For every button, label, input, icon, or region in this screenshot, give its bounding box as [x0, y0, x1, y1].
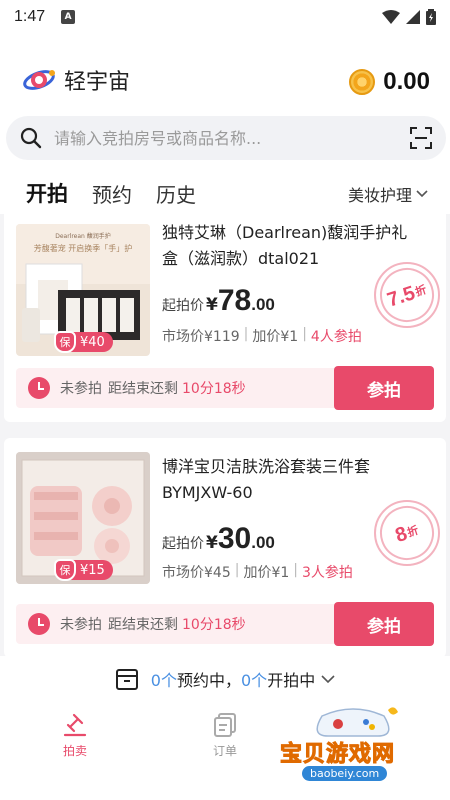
notification-icon: A — [61, 10, 76, 24]
gavel-icon — [63, 713, 87, 737]
deposit-badge: 保 ¥40 — [54, 331, 113, 353]
box-icon — [115, 669, 138, 690]
auction-list[interactable]: Dearlrean 馥润手护 芳馥著宠 开启换季「手」护 保 ¥40 独特艾琳（… — [0, 214, 450, 656]
scan-icon[interactable] — [410, 127, 432, 149]
watermark-url: baobeiy.com — [302, 766, 388, 781]
app-logo-icon — [23, 70, 55, 90]
coin-balance[interactable]: 0.00 — [349, 68, 430, 96]
bid-button[interactable]: 参拍 — [334, 366, 434, 410]
deposit-amount: ¥15 — [80, 562, 105, 578]
shield-icon: 保 — [54, 559, 76, 581]
bid-increment: 加价¥1 — [252, 329, 299, 345]
tab-live[interactable]: 开拍 — [26, 178, 68, 208]
discount-stamp: 7.5 折 — [372, 260, 442, 330]
auction-meta: 市场价¥45 | 加价¥1 | 3人参拍 — [162, 562, 353, 582]
auction-timer: 未参拍 距结束还剩 10分18秒 参拍 — [16, 602, 434, 646]
product-title[interactable]: 博洋宝贝洁肤洗浴套装三件套BYMJXW-60 — [162, 454, 412, 506]
discount-stamp: 8 折 — [372, 498, 442, 568]
site-watermark: 宝贝游戏网 baobeiy.com — [272, 706, 422, 786]
auction-card[interactable]: 保 ¥15 博洋宝贝洁肤洗浴套装三件套BYMJXW-60 起拍价 ¥ 30 .0… — [4, 438, 446, 656]
divider: | — [234, 562, 240, 578]
participation-status: 未参拍 — [60, 381, 102, 397]
watermark-text: 宝贝游戏网 — [279, 742, 396, 768]
search-icon — [20, 127, 42, 149]
deposit-badge: 保 ¥15 — [54, 559, 113, 581]
price-decimal: .00 — [251, 295, 275, 314]
price-integer: 30 — [217, 522, 252, 555]
tab-bar: 开拍 预约 历史 — [26, 178, 196, 208]
remaining-label: 距结束还剩 — [108, 617, 178, 633]
nav-orders-label: 订单 — [212, 744, 237, 758]
product-image: Dearlrean 馥润手护 芳馥著宠 开启换季「手」护 保 ¥40 — [16, 224, 150, 356]
battery-icon — [426, 9, 436, 25]
product-image: 保 ¥15 — [16, 452, 150, 584]
shield-icon: 保 — [54, 331, 76, 353]
currency-symbol: ¥ — [206, 295, 218, 315]
auction-card[interactable]: Dearlrean 馥润手护 芳馥著宠 开启换季「手」护 保 ¥40 独特艾琳（… — [4, 214, 446, 422]
market-price: 市场价¥119 — [162, 329, 240, 345]
start-price: 起拍价 ¥ 78 .00 — [162, 284, 275, 318]
signal-icon — [406, 10, 420, 24]
svg-text:Dearlrean 馥润手护: Dearlrean 馥润手护 — [55, 232, 111, 240]
participant-count: 4人参拍 — [310, 329, 362, 345]
participant-count: 3人参拍 — [302, 565, 353, 581]
category-label: 美妆护理 — [347, 186, 412, 205]
divider: | — [302, 326, 307, 342]
auction-meta: 市场价¥119 | 加价¥1 | 4人参拍 — [162, 326, 362, 346]
price-integer: 78 — [217, 284, 252, 317]
live-count: 0个 — [241, 671, 268, 690]
category-dropdown[interactable]: 美妆护理 — [348, 182, 428, 206]
reserved-count: 0个 — [150, 671, 177, 690]
bid-button[interactable]: 参拍 — [334, 602, 434, 646]
bid-increment: 加价¥1 — [243, 565, 290, 581]
price-decimal: .00 — [251, 533, 275, 552]
orders-icon — [214, 713, 236, 737]
header: 轻宇宙 0.00 开拍 预约 历史 美妆护理 — [0, 34, 450, 214]
clock-icon — [28, 613, 50, 635]
remaining-label: 距结束还剩 — [108, 381, 178, 397]
currency-symbol: ¥ — [206, 533, 218, 553]
chevron-down-icon — [321, 675, 335, 684]
participation-status: 未参拍 — [60, 617, 102, 633]
start-price: 起拍价 ¥ 30 .00 — [162, 522, 275, 556]
coin-icon — [349, 69, 376, 95]
chevron-down-icon — [416, 190, 428, 198]
live-label: 开拍中 — [267, 671, 316, 690]
product-title[interactable]: 独特艾琳（Dearlrean)馥润手护礼盒（滋润款）dtal021 — [162, 220, 412, 272]
tab-reserve[interactable]: 预约 — [92, 179, 132, 208]
wifi-icon — [382, 10, 400, 24]
price-label: 起拍价 — [162, 536, 204, 552]
deposit-amount: ¥40 — [80, 334, 105, 350]
clock-time: 1:47 — [14, 8, 46, 25]
nav-orders[interactable]: 订单 — [195, 712, 255, 759]
divider: | — [293, 562, 298, 578]
tab-history[interactable]: 历史 — [156, 179, 196, 208]
nav-auction-label: 拍卖 — [62, 744, 87, 758]
brand: 轻宇宙 — [22, 64, 130, 96]
status-bar: 1:47 A — [0, 0, 450, 34]
clock-icon — [28, 377, 50, 399]
system-icons — [382, 9, 436, 25]
market-price: 市场价¥45 — [162, 565, 231, 581]
search-bar[interactable] — [6, 116, 446, 160]
price-label: 起拍价 — [162, 298, 204, 314]
search-input[interactable] — [54, 128, 384, 148]
nav-auction[interactable]: 拍卖 — [45, 712, 105, 759]
coin-value: 0.00 — [383, 68, 430, 95]
countdown: 10分18秒 — [182, 381, 246, 397]
auction-summary[interactable]: 0个 预约中， 0个 开拍中 — [0, 656, 450, 702]
gamepad-icon — [316, 707, 398, 737]
divider: | — [243, 326, 249, 342]
auction-timer: 未参拍 距结束还剩 10分18秒 参拍 — [16, 366, 434, 410]
reserved-label: 预约中， — [176, 671, 241, 690]
app-name: 轻宇宙 — [64, 70, 131, 95]
svg-text:芳馥著宠 开启换季「手」护: 芳馥著宠 开启换季「手」护 — [34, 243, 133, 253]
countdown: 10分18秒 — [182, 617, 246, 633]
